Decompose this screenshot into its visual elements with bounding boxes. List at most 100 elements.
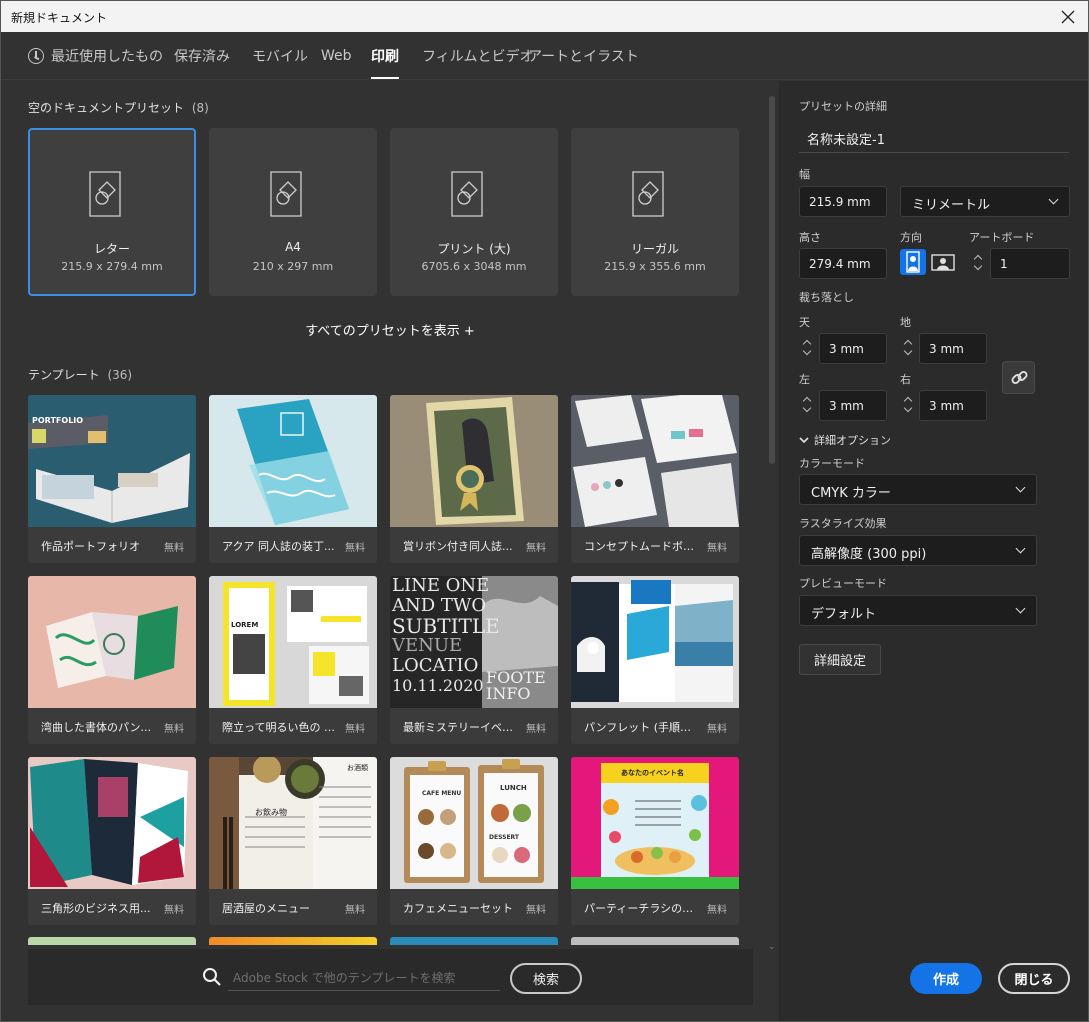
landscape-orientation-button[interactable] — [930, 249, 956, 275]
scroll-down-icon[interactable]: ⌄ — [768, 942, 776, 952]
template-thumbnail: CAFE MENU LUNCH DESSERT — [390, 757, 558, 889]
template-card[interactable]: パンフレット (手順説... 無料 — [571, 576, 739, 744]
show-all-presets-link[interactable]: すべてのプリセットを表示 + — [2, 320, 778, 339]
stock-search-button[interactable]: 検索 — [510, 963, 582, 994]
template-price: 無料 — [526, 905, 546, 916]
template-card[interactable]: 湾曲した書体のパンフ... 無料 — [28, 576, 196, 744]
advanced-options-toggle[interactable]: 詳細オプション — [799, 432, 891, 448]
template-thumbnail: PORTFOLIO — [28, 395, 196, 527]
link-bleed-button[interactable] — [1002, 361, 1035, 394]
stepper-down-icon[interactable] — [802, 346, 812, 356]
height-input[interactable]: 279.4 mm — [799, 248, 887, 279]
template-caption: アクア 同人誌の装丁... 無料 — [209, 527, 377, 563]
bleed-right-stepper[interactable] — [901, 390, 917, 421]
template-price: 無料 — [345, 724, 365, 735]
tab-mobile[interactable]: モバイル — [252, 32, 308, 80]
bleed-top-label: 天 — [799, 316, 810, 329]
width-input[interactable]: 215.9 mm — [799, 186, 887, 217]
document-icon — [270, 171, 302, 217]
template-card[interactable]: LOREM 際立って明るい色の 3... 無料 — [209, 576, 377, 744]
tab-recent[interactable]: 最近使用したもの — [28, 32, 163, 80]
create-button[interactable]: 作成 — [910, 963, 982, 994]
template-card-partial[interactable] — [209, 937, 377, 945]
bleed-right-label: 右 — [900, 373, 911, 386]
tab-art-illustration[interactable]: アートとイラスト — [528, 32, 639, 80]
stepper-down-icon[interactable] — [973, 261, 983, 271]
preview-mode-value: デフォルト — [811, 607, 877, 622]
portrait-orientation-button[interactable] — [900, 249, 926, 275]
template-name: パーティーチラシのレイ... — [584, 902, 699, 915]
orientation-label: 方向 — [900, 231, 922, 244]
color-mode-dropdown[interactable]: CMYK カラー — [799, 474, 1037, 505]
izakaya-sake-title: お酒類 — [347, 764, 368, 772]
stepper-down-icon[interactable] — [903, 346, 913, 356]
color-mode-value: CMYK カラー — [811, 486, 891, 501]
preset-size: 6705.6 x 3048 mm — [421, 260, 527, 273]
template-price: 無料 — [707, 905, 727, 916]
preset-name: A4 — [285, 240, 301, 254]
tab-print[interactable]: 印刷 — [371, 32, 399, 80]
raster-effects-dropdown[interactable]: 高解像度 (300 ppi) — [799, 535, 1037, 566]
template-card[interactable]: 賞リボン付き同人誌... 無料 — [390, 395, 558, 563]
width-label: 幅 — [799, 168, 810, 181]
unit-dropdown[interactable]: ミリメートル — [900, 186, 1070, 217]
template-card[interactable]: LINE ONE AND TWO SUBTITLE VENUE LOCATIO … — [390, 576, 558, 744]
tab-label: 印刷 — [371, 49, 399, 65]
preset-name: レター — [93, 242, 130, 256]
bleed-left-input[interactable]: 3 mm — [819, 390, 887, 421]
preset-legal[interactable]: リーガル 215.9 x 355.6 mm — [571, 128, 739, 296]
vertical-scrollbar[interactable]: ⌄ — [768, 96, 776, 952]
template-price: 無料 — [526, 724, 546, 735]
preset-a4[interactable]: A4 210 x 297 mm — [209, 128, 377, 296]
template-name: パンフレット (手順説... — [584, 721, 699, 734]
template-price: 無料 — [164, 724, 184, 735]
preset-details-panel: プリセットの詳細 名称未設定-1 幅 215.9 mm ミリメートル 高さ 27… — [779, 81, 1088, 1021]
template-card[interactable]: 三角形のビジネス用... 無料 — [28, 757, 196, 925]
tab-web[interactable]: Web — [321, 32, 352, 80]
bleed-top-input[interactable]: 3 mm — [819, 333, 887, 364]
party-title: あなたのイベント名 — [621, 769, 684, 777]
document-name-field[interactable]: 名称未設定-1 — [799, 121, 1069, 153]
template-thumbnail — [571, 576, 739, 708]
bleed-right-input[interactable]: 3 mm — [919, 390, 987, 421]
bleed-bottom-input[interactable]: 3 mm — [919, 333, 987, 364]
window-close-button[interactable] — [1048, 1, 1088, 32]
template-caption: 賞リボン付き同人誌... 無料 — [390, 527, 558, 563]
template-card[interactable]: お飲み物 お酒類 居酒屋のメニュー 無料 — [209, 757, 377, 925]
template-caption: 三角形のビジネス用... 無料 — [28, 889, 196, 925]
portfolio-thumbnail-art — [28, 395, 196, 527]
raster-effects-label: ラスタライズ効果 — [799, 517, 887, 530]
template-card[interactable]: あなたのイベント名 パーティーチラシのレイ... 無料 — [571, 757, 739, 925]
tab-saved[interactable]: 保存済み — [174, 32, 230, 80]
artboard-stepper[interactable] — [971, 248, 987, 279]
scrollbar-thumb[interactable] — [769, 96, 775, 464]
stock-search-bar: 検索 — [28, 949, 753, 1005]
preview-mode-dropdown[interactable]: デフォルト — [799, 595, 1037, 626]
advanced-settings-button[interactable]: 詳細設定 — [799, 644, 881, 675]
stock-search-input[interactable] — [228, 965, 500, 991]
template-card[interactable]: PORTFOLIO 作品ポートフォリオ 無料 — [28, 395, 196, 563]
artboard-input[interactable]: 1 — [990, 248, 1070, 279]
template-price: 無料 — [707, 724, 727, 735]
template-card[interactable]: コンセプトムードボード... 無料 — [571, 395, 739, 563]
bleed-bottom-stepper[interactable] — [901, 333, 917, 364]
template-card-partial[interactable] — [28, 937, 196, 945]
new-document-dialog: 新規ドキュメント 最近使用したもの 保存済み モバイル Web 印刷 フィルムと… — [0, 0, 1089, 1022]
stepper-down-icon[interactable] — [802, 403, 812, 413]
bleed-top-stepper[interactable] — [800, 333, 816, 364]
template-card[interactable]: CAFE MENU LUNCH DESSERT カフェメニューセット 無料 — [390, 757, 558, 925]
preset-print-large[interactable]: プリント (大) 6705.6 x 3048 mm — [390, 128, 558, 296]
tab-film-video[interactable]: フィルムとビデオ — [422, 32, 533, 80]
template-caption: コンセプトムードボード... 無料 — [571, 527, 739, 563]
template-caption: 際立って明るい色の 3... 無料 — [209, 708, 377, 744]
stepper-down-icon[interactable] — [903, 403, 913, 413]
close-button[interactable]: 閉じる — [998, 963, 1070, 994]
presets-heading: 空のドキュメントプリセット (8) — [28, 101, 209, 115]
bleed-left-label: 左 — [799, 373, 810, 386]
template-card[interactable]: アクア 同人誌の装丁... 無料 — [209, 395, 377, 563]
bleed-left-stepper[interactable] — [800, 390, 816, 421]
template-card-partial[interactable] — [571, 937, 739, 945]
template-name: コンセプトムードボード... — [584, 540, 699, 553]
template-card-partial[interactable] — [390, 937, 558, 945]
preset-letter[interactable]: レター 215.9 x 279.4 mm — [28, 128, 196, 296]
